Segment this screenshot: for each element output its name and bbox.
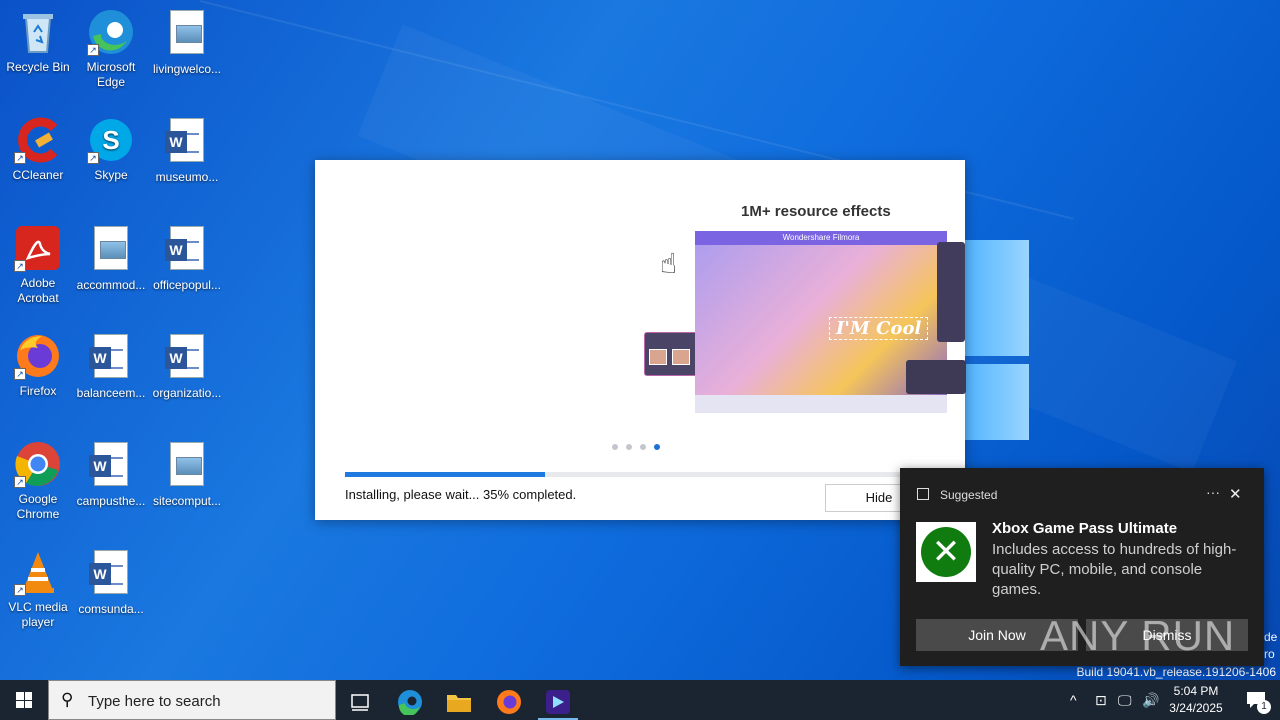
desktop-icon-vlc-media-player[interactable]: ↗ VLC media player: [0, 548, 76, 630]
close-notification-button[interactable]: ✕: [1229, 485, 1242, 503]
desktop-icon-museumo[interactable]: museumo...: [149, 116, 225, 185]
preview-app-title: Wondershare Filmora: [695, 231, 947, 245]
vlc-icon: ↗: [14, 548, 62, 596]
taskbar-clock[interactable]: 5:04 PM 3/24/2025: [1166, 683, 1226, 717]
desktop-icon-accommod[interactable]: accommod...: [73, 224, 149, 293]
install-progress-fill: [345, 472, 545, 477]
chrome-icon: ↗: [14, 440, 62, 488]
clock-time: 5:04 PM: [1173, 684, 1219, 698]
preview-overlay-text: I'M Cool: [829, 317, 929, 340]
edge-icon: ↗: [87, 8, 135, 56]
volume-icon[interactable]: 🔊: [1142, 680, 1159, 720]
acrobat-icon: ↗: [14, 224, 62, 272]
network-icon[interactable]: 🖵: [1118, 680, 1132, 720]
taskbar-file-explorer[interactable]: [435, 684, 483, 720]
action-center-button[interactable]: 1: [1232, 680, 1280, 720]
pointer-hand-icon: ☝: [660, 248, 678, 279]
task-view-button[interactable]: [336, 684, 384, 720]
word-document-icon: [87, 442, 135, 490]
edge-icon: [398, 690, 422, 715]
anyrun-watermark: ANY RUN: [1040, 612, 1236, 659]
firefox-icon: [497, 690, 521, 714]
desktop-icon-skype[interactable]: S ↗ Skype: [73, 116, 149, 183]
svg-text:S: S: [102, 125, 119, 155]
search-placeholder: Type here to search: [88, 693, 221, 710]
install-progress-bar: [345, 472, 915, 477]
notification-description: Includes access to hundreds of high-qual…: [992, 541, 1237, 598]
taskbar: ⚲ Type here to search ^ ⊡ 🖵 🔊 5:04 PM 3/…: [0, 680, 1280, 720]
search-icon: ⚲: [61, 690, 74, 709]
desktop-icon-recycle-bin[interactable]: Recycle Bin: [0, 8, 76, 75]
desktop-icon-balanceem[interactable]: balanceem...: [73, 332, 149, 401]
start-button[interactable]: [0, 680, 48, 720]
notification-header: Suggested: [940, 488, 998, 502]
image-file-icon: [87, 226, 135, 274]
xbox-icon: ✕: [916, 522, 976, 582]
image-file-icon: [163, 10, 211, 58]
desktop-icon-livingwelco[interactable]: livingwelco...: [149, 8, 225, 77]
ccleaner-icon: ↗: [14, 116, 62, 164]
edition-text-partial: de: [1264, 630, 1278, 644]
recycle-bin-icon: [14, 8, 62, 56]
taskbar-firefox[interactable]: [485, 684, 533, 720]
skype-icon: S ↗: [87, 116, 135, 164]
windows-logo-graphic: [965, 240, 1029, 440]
notification-count-badge: 1: [1257, 700, 1271, 714]
build-watermark: Build 19041.vb_release.191206-1406: [1076, 665, 1277, 679]
desktop-icon-sitecomput[interactable]: sitecomput...: [149, 440, 225, 509]
slide-dot-1[interactable]: [612, 444, 618, 450]
filters-panel-graphic: [906, 360, 966, 394]
meet-now-icon[interactable]: ⊡: [1095, 680, 1107, 720]
slide-dot-3[interactable]: [640, 444, 646, 450]
word-document-icon: [163, 118, 211, 166]
slide-indicator: [612, 444, 660, 450]
firefox-icon: ↗: [14, 332, 62, 380]
show-hidden-icons-button[interactable]: ^: [1070, 680, 1077, 720]
desktop-icon-google-chrome[interactable]: ↗ Google Chrome: [0, 440, 76, 522]
desktop-icon-campusthe[interactable]: campusthe...: [73, 440, 149, 509]
word-document-icon: [163, 334, 211, 382]
taskbar-filmora-installer[interactable]: [534, 684, 582, 720]
slide-dot-2[interactable]: [626, 444, 632, 450]
slide-dot-4[interactable]: [654, 444, 660, 450]
windows-start-icon: [16, 692, 32, 708]
desktop-icon-firefox[interactable]: ↗ Firefox: [0, 332, 76, 399]
preview-playback-controls: [695, 395, 947, 413]
image-file-icon: [163, 442, 211, 490]
desktop-icon-comsunda[interactable]: comsunda...: [73, 548, 149, 617]
resources-panel-graphic: [937, 242, 965, 342]
desktop-icon-adobe-acrobat[interactable]: ↗ Adobe Acrobat: [0, 224, 76, 306]
filmora-icon: [546, 690, 570, 714]
notification-title: Xbox Game Pass Ultimate: [992, 520, 1178, 537]
taskbar-edge[interactable]: [386, 684, 434, 720]
more-options-button[interactable]: ···: [1206, 484, 1220, 500]
task-view-icon: [351, 694, 369, 711]
installer-window: 1M+ resource effects Wondershare Filmora…: [315, 160, 966, 520]
suggested-icon: [917, 488, 929, 500]
word-document-icon: [87, 550, 135, 598]
slide-heading: 1M+ resource effects: [741, 203, 891, 220]
desktop-icon-organizatio[interactable]: organizatio...: [149, 332, 225, 401]
word-document-icon: [87, 334, 135, 382]
edition-text-partial-2: ro: [1264, 647, 1275, 661]
desktop-icon-officepopul[interactable]: officepopul...: [149, 224, 225, 293]
word-document-icon: [163, 226, 211, 274]
clock-date: 3/24/2025: [1169, 701, 1223, 715]
folder-icon: [447, 695, 471, 712]
taskbar-search-box[interactable]: ⚲ Type here to search: [48, 680, 336, 720]
desktop-icon-microsoft-edge[interactable]: ↗ Microsoft Edge: [73, 8, 149, 90]
install-status-text: Installing, please wait... 35% completed…: [345, 487, 577, 502]
desktop-icon-ccleaner[interactable]: ↗ CCleaner: [0, 116, 76, 183]
